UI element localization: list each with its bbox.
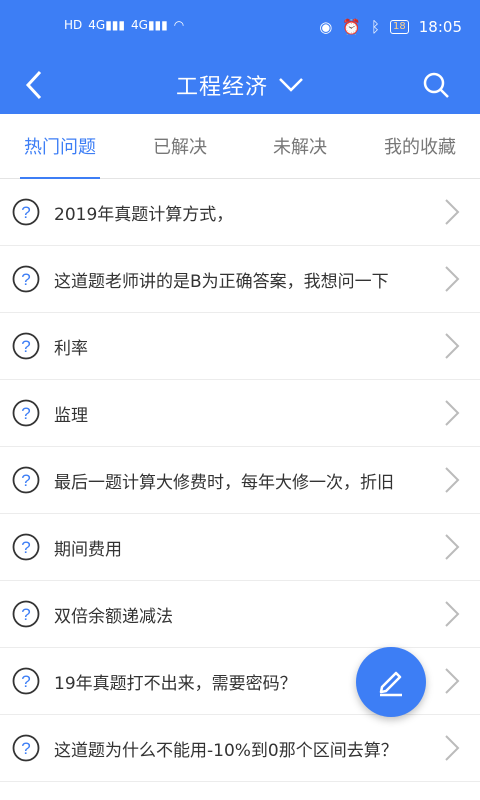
question-icon: ? — [12, 399, 40, 427]
chevron-right-icon — [445, 266, 460, 292]
list-item[interactable]: ? 期间费用 — [0, 514, 480, 581]
list-item[interactable]: ? 利率 — [0, 313, 480, 380]
item-label: 利率 — [54, 338, 88, 359]
item-label: 监理 — [54, 405, 88, 426]
chevron-right-icon — [445, 601, 460, 627]
search-icon[interactable] — [420, 69, 452, 101]
item-label: 双倍余额递减法 — [54, 606, 173, 627]
tab-unsolved[interactable]: 未解决 — [240, 114, 360, 178]
chevron-right-icon — [445, 199, 460, 225]
status-right: ◉ ⏰ ᛒ 18 18:05 — [319, 18, 462, 36]
signal-icon: 4G▮▮▮ — [88, 18, 126, 32]
hd-indicator: HD — [64, 18, 83, 32]
title-dropdown[interactable]: 工程经济 — [0, 56, 480, 114]
app-header: 工程经济 — [0, 56, 480, 114]
question-icon: ? — [12, 265, 40, 293]
question-icon: ? — [12, 600, 40, 628]
question-icon: ? — [12, 466, 40, 494]
list-item[interactable]: ? 监理 — [0, 380, 480, 447]
item-label: 2019年真题计算方式， — [54, 204, 234, 225]
edit-pencil-icon — [379, 671, 402, 697]
clock: 18:05 — [418, 18, 462, 36]
svg-text:?: ? — [21, 404, 30, 423]
alarm-icon: ⏰ — [342, 18, 362, 36]
tab-solved[interactable]: 已解决 — [120, 114, 240, 178]
list-item[interactable]: ? 最后一题计算大修费时，每年大修一次，折旧 — [0, 447, 480, 514]
chevron-right-icon — [445, 333, 460, 359]
svg-text:?: ? — [21, 739, 30, 758]
chevron-right-icon — [445, 400, 460, 426]
list-item[interactable]: ? 这道题为什么不能用-10%到0那个区间去算？ — [0, 715, 480, 782]
tab-favorites[interactable]: 我的收藏 — [360, 114, 480, 178]
item-label: 期间费用 — [54, 539, 122, 560]
item-label: 这道题为什么不能用-10%到0那个区间去算？ — [54, 740, 398, 761]
item-label: 19年真题打不出来，需要密码？ — [54, 673, 297, 694]
status-bar: HD 4G▮▮▮ 4G▮▮▮ ◠ ◉ ⏰ ᛒ 18 18:05 — [0, 0, 480, 56]
list-item[interactable]: ? 这道题老师讲的是B为正确答案，我想问一下 — [0, 246, 480, 313]
page-title: 工程经济 — [175, 75, 268, 100]
svg-text:?: ? — [21, 605, 30, 624]
question-icon: ? — [12, 332, 40, 360]
battery-indicator: 18 — [390, 20, 409, 34]
chevron-right-icon — [445, 467, 460, 493]
question-icon: ? — [12, 667, 40, 695]
tab-bar: 热门问题 已解决 未解决 我的收藏 — [0, 114, 480, 179]
question-icon: ? — [12, 198, 40, 226]
list-item[interactable]: ? 双倍余额递减法 — [0, 581, 480, 648]
bluetooth-icon: ᛒ — [371, 18, 381, 36]
ask-question-button[interactable] — [356, 647, 426, 717]
eye-icon: ◉ — [319, 18, 333, 36]
status-indicators: HD 4G▮▮▮ 4G▮▮▮ ◠ — [64, 18, 184, 32]
signal-icon-2: 4G▮▮▮ — [131, 18, 168, 32]
chevron-down-icon — [279, 78, 303, 92]
svg-text:?: ? — [21, 538, 30, 557]
svg-text:?: ? — [21, 203, 30, 222]
svg-text:?: ? — [21, 672, 30, 691]
wifi-icon: ◠ — [173, 18, 185, 32]
tab-hot[interactable]: 热门问题 — [0, 114, 120, 179]
svg-text:?: ? — [21, 337, 30, 356]
svg-text:?: ? — [21, 270, 30, 289]
question-icon: ? — [12, 734, 40, 762]
chevron-right-icon — [445, 668, 460, 694]
item-label: 这道题老师讲的是B为正确答案，我想问一下 — [54, 271, 389, 292]
list-item[interactable]: ? 2019年真题计算方式， — [0, 179, 480, 246]
item-label: 最后一题计算大修费时，每年大修一次，折旧 — [54, 472, 394, 493]
chevron-right-icon — [445, 534, 460, 560]
question-icon: ? — [12, 533, 40, 561]
chevron-right-icon — [445, 735, 460, 761]
svg-text:?: ? — [21, 471, 30, 490]
